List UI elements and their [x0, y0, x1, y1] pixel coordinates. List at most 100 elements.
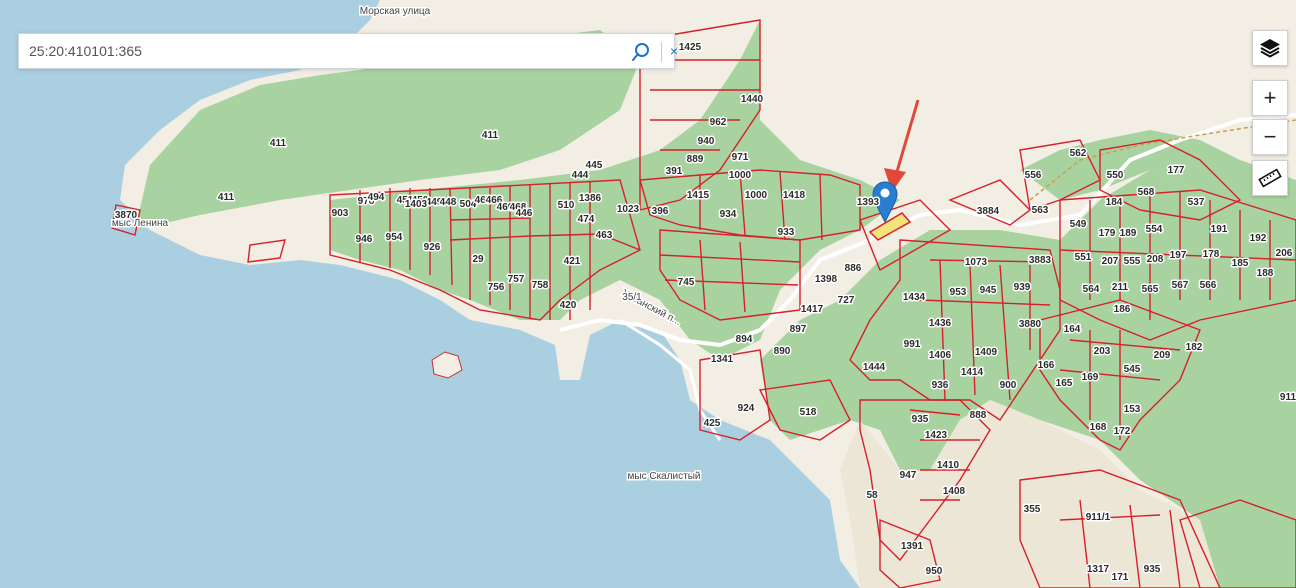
- parcel-label[interactable]: 3880: [1017, 318, 1043, 332]
- parcel-label[interactable]: 897: [788, 323, 808, 337]
- parcel-label[interactable]: 756: [486, 281, 506, 295]
- parcel-label[interactable]: 924: [736, 402, 756, 416]
- parcel-label[interactable]: 185: [1230, 257, 1250, 271]
- parcel-label[interactable]: 940: [696, 135, 716, 149]
- parcel-label[interactable]: 1409: [973, 346, 999, 360]
- parcel-label[interactable]: 1410: [935, 459, 961, 473]
- parcel-label[interactable]: 565: [1140, 283, 1160, 297]
- parcel-label[interactable]: 954: [384, 231, 404, 245]
- parcel-label[interactable]: 207: [1100, 255, 1120, 269]
- layers-button[interactable]: [1252, 30, 1288, 66]
- parcel-label[interactable]: 886: [843, 262, 863, 276]
- map-canvas[interactable]: 1425 1440 962 940 971 1000 1000 1418 8893911415 9…: [0, 0, 1296, 588]
- parcel-label[interactable]: 563: [1030, 204, 1050, 218]
- parcel-label[interactable]: 510: [556, 199, 576, 213]
- parcel-label[interactable]: 355: [1022, 503, 1042, 517]
- parcel-label[interactable]: 545: [1122, 363, 1142, 377]
- parcel-label[interactable]: 568: [1136, 186, 1156, 200]
- parcel-label[interactable]: 551: [1073, 251, 1093, 265]
- parcel-label[interactable]: 911/1: [1084, 511, 1112, 525]
- parcel-label[interactable]: 1415: [685, 189, 711, 203]
- parcel-label[interactable]: 537: [1186, 196, 1206, 210]
- parcel-label[interactable]: 1423: [923, 429, 949, 443]
- parcel-label[interactable]: 186: [1112, 303, 1132, 317]
- parcel-label[interactable]: 1000: [727, 169, 753, 183]
- parcel-label[interactable]: 934: [718, 208, 738, 222]
- parcel-label[interactable]: 1440: [739, 93, 765, 107]
- parcel-label[interactable]: 182: [1184, 341, 1204, 355]
- parcel-label[interactable]: 945: [978, 284, 998, 298]
- parcel-label[interactable]: 745: [676, 276, 696, 290]
- parcel-label[interactable]: 1425: [677, 41, 703, 55]
- parcel-label[interactable]: 169: [1080, 371, 1100, 385]
- parcel-label[interactable]: 939: [1012, 281, 1032, 295]
- parcel-label[interactable]: 448: [438, 196, 458, 210]
- parcel-label[interactable]: 168: [1088, 421, 1108, 435]
- zoom-out-button[interactable]: −: [1252, 119, 1288, 155]
- parcel-label[interactable]: 933: [776, 226, 796, 240]
- parcel-label[interactable]: 192: [1248, 232, 1268, 246]
- parcel-label[interactable]: 189: [1118, 227, 1138, 241]
- parcel-label[interactable]: 206: [1274, 247, 1294, 261]
- parcel-label[interactable]: 494: [366, 191, 386, 205]
- parcel-label[interactable]: 1398: [813, 273, 839, 287]
- parcel-label[interactable]: 758: [530, 279, 550, 293]
- parcel-label[interactable]: 1023: [615, 203, 641, 217]
- parcel-label[interactable]: 411: [268, 137, 288, 151]
- parcel-label[interactable]: 165: [1054, 377, 1074, 391]
- parcel-label[interactable]: 757: [506, 273, 526, 287]
- parcel-label[interactable]: 946: [354, 233, 374, 247]
- parcel-label[interactable]: 1386: [577, 192, 603, 206]
- parcel-label[interactable]: 164: [1062, 323, 1082, 337]
- parcel-label[interactable]: 444: [570, 169, 590, 183]
- parcel-label[interactable]: 446: [514, 207, 534, 221]
- parcel-label[interactable]: 29: [471, 253, 486, 267]
- parcel-label[interactable]: 197: [1168, 249, 1188, 263]
- parcel-label[interactable]: 209: [1152, 349, 1172, 363]
- parcel-label[interactable]: 567: [1170, 279, 1190, 293]
- parcel-label[interactable]: 1444: [861, 361, 887, 375]
- parcel-label[interactable]: 177: [1166, 164, 1186, 178]
- parcel-label[interactable]: 889: [685, 153, 705, 167]
- parcel-label[interactable]: 474: [576, 213, 596, 227]
- parcel-label[interactable]: 1434: [901, 291, 927, 305]
- parcel-label[interactable]: 566: [1198, 279, 1218, 293]
- parcel-label[interactable]: 950: [924, 565, 944, 579]
- parcel-label[interactable]: 554: [1144, 223, 1164, 237]
- parcel-label[interactable]: 1341: [709, 353, 735, 367]
- parcel-label[interactable]: 555: [1122, 255, 1142, 269]
- parcel-label[interactable]: 1408: [941, 485, 967, 499]
- parcel-label[interactable]: 411: [216, 191, 236, 205]
- parcel-label[interactable]: 911: [1278, 391, 1296, 405]
- parcel-label[interactable]: 420: [558, 299, 578, 313]
- parcel-label[interactable]: 1403: [403, 198, 429, 212]
- parcel-label[interactable]: 411: [480, 129, 500, 143]
- parcel-label[interactable]: 1000: [743, 189, 769, 203]
- parcel-label[interactable]: 953: [948, 286, 968, 300]
- clear-search-button[interactable]: ×: [667, 39, 681, 63]
- parcel-label[interactable]: 1317: [1085, 563, 1111, 577]
- parcel-label[interactable]: 172: [1112, 425, 1132, 439]
- parcel-label[interactable]: 1418: [781, 189, 807, 203]
- parcel-label[interactable]: 178: [1201, 248, 1221, 262]
- parcel-label[interactable]: 903: [330, 207, 350, 221]
- parcel-label[interactable]: 900: [998, 379, 1018, 393]
- ruler-button[interactable]: [1252, 160, 1288, 196]
- parcel-label[interactable]: 153: [1122, 403, 1142, 417]
- parcel-label[interactable]: 1393: [855, 196, 881, 210]
- parcel-label[interactable]: 421: [562, 255, 582, 269]
- parcel-label[interactable]: 1073: [963, 256, 989, 270]
- parcel-label[interactable]: 894: [734, 333, 754, 347]
- parcel-label[interactable]: 936: [930, 379, 950, 393]
- parcel-label[interactable]: 179: [1097, 227, 1117, 241]
- parcel-label[interactable]: 188: [1255, 267, 1275, 281]
- parcel-label[interactable]: 1417: [799, 303, 825, 317]
- parcel-label[interactable]: 184: [1104, 196, 1124, 210]
- parcel-label[interactable]: 971: [730, 151, 750, 165]
- parcel-label[interactable]: 463: [594, 229, 614, 243]
- parcel-label[interactable]: 935: [910, 413, 930, 427]
- cadastral-search-input[interactable]: [19, 34, 629, 68]
- parcel-label[interactable]: 1391: [899, 540, 925, 554]
- parcel-label[interactable]: 191: [1209, 223, 1229, 237]
- parcel-label[interactable]: 425: [702, 417, 722, 431]
